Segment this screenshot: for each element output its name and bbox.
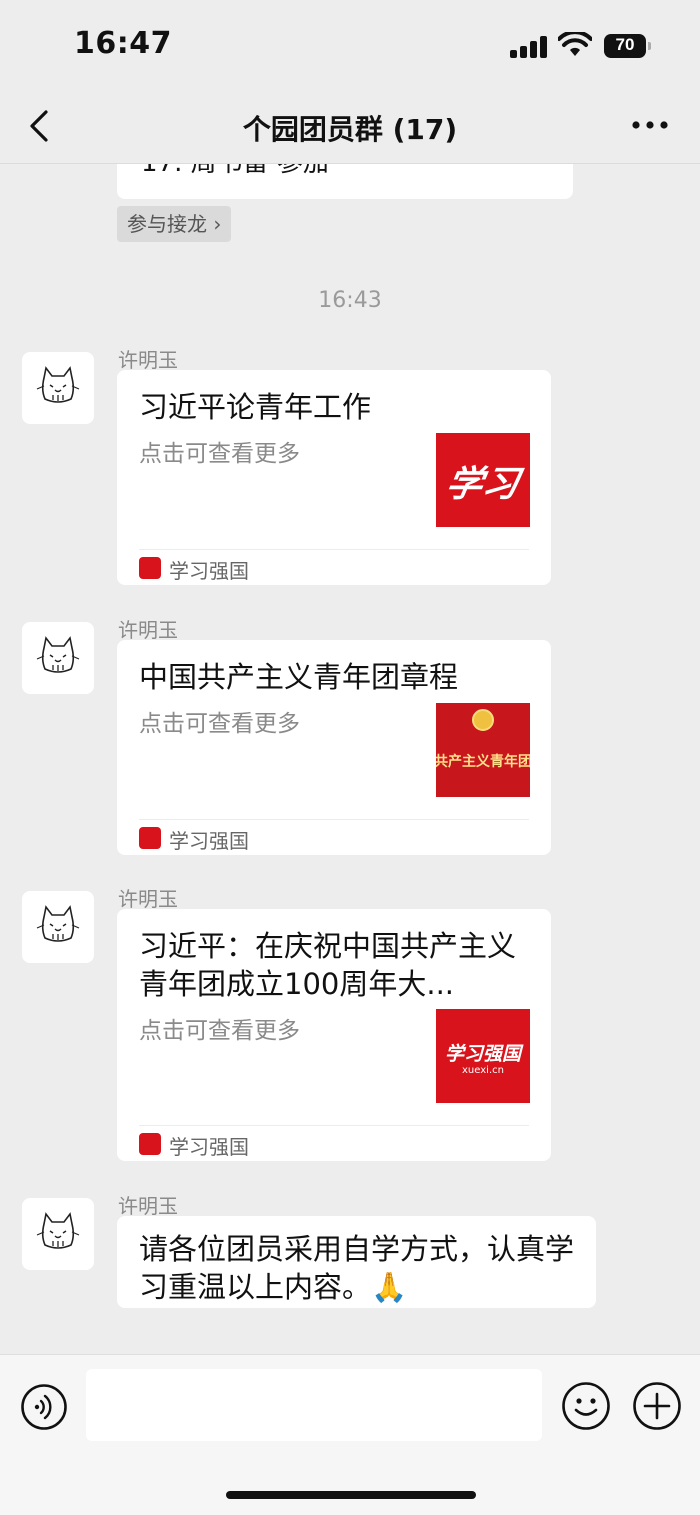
battery-percent: 70 (615, 35, 635, 54)
partial-message-bubble[interactable]: 17. 周书雷 参加 (117, 164, 573, 199)
message-list[interactable]: 17. 周书雷 参加 参与接龙 › 16:43 许明玉 习近平论青年工作 点击可… (0, 164, 700, 1354)
card-source-label: 学习强国 (169, 559, 249, 583)
message-timestamp: 16:43 (318, 288, 382, 313)
join-chain-button[interactable]: 参与接龙 › (117, 206, 232, 242)
card-thumbnail: 学习 (436, 433, 530, 527)
more-options-icon[interactable] (628, 110, 672, 140)
card-thumbnail: 共产主义青年团 (436, 703, 530, 797)
avatar[interactable] (22, 352, 94, 424)
thumbnail-banner-text: 共产主义青年团 (436, 754, 530, 770)
wifi-icon (558, 32, 592, 56)
plus-icon[interactable] (632, 1381, 682, 1431)
xuexi-logo-icon (139, 1133, 161, 1155)
thumbnail-logo-text: 学习 (442, 463, 523, 505)
avatar[interactable] (22, 622, 94, 694)
sender-name: 许明玉 (118, 1194, 178, 1218)
card-divider (139, 819, 529, 820)
cellular-signal-icon (510, 36, 548, 58)
cat-avatar-icon (36, 905, 80, 942)
text-message-bubble[interactable]: 请各位团员采用自学方式，认真学习重温以上内容。🙏 (117, 1216, 596, 1308)
link-card[interactable]: 习近平论青年工作 点击可查看更多 学习 学习强国 (117, 370, 551, 585)
card-title: 习近平：在庆祝中国共产主义青年团成立100周年大... (139, 929, 517, 1001)
card-divider (139, 1125, 529, 1126)
voice-input-icon[interactable] (20, 1383, 68, 1431)
card-title: 习近平论青年工作 (139, 390, 372, 424)
card-description: 点击可查看更多 (139, 1018, 300, 1044)
thumbnail-url-text: xuexi.cn (462, 1065, 504, 1076)
message-input[interactable] (86, 1369, 542, 1441)
home-indicator (226, 1491, 476, 1499)
thumbnail-logo-text: 学习强国 (444, 1043, 521, 1065)
chat-header: 个园团员群 (17) (0, 92, 700, 164)
sender-name: 许明玉 (118, 348, 178, 372)
card-divider (139, 549, 529, 550)
sender-name: 许明玉 (118, 887, 178, 911)
cat-avatar-icon (36, 366, 80, 403)
status-bar: 16:47 70 (0, 0, 700, 92)
sender-name: 许明玉 (118, 618, 178, 642)
card-thumbnail: 学习强国 xuexi.cn (436, 1009, 530, 1103)
card-source-label: 学习强国 (169, 829, 249, 853)
partial-message-text: 17. 周书雷 参加 (141, 164, 329, 179)
message-text: 请各位团员采用自学方式，认真学习重温以上内容。🙏 (139, 1232, 575, 1304)
battery-icon: 70 (604, 34, 651, 58)
cat-avatar-icon (36, 636, 80, 673)
link-card[interactable]: 习近平：在庆祝中国共产主义青年团成立100周年大... 点击可查看更多 学习强国… (117, 909, 551, 1161)
card-title: 中国共产主义青年团章程 (139, 660, 459, 694)
cat-avatar-icon (36, 1212, 80, 1249)
card-source-label: 学习强国 (169, 1135, 249, 1159)
card-description: 点击可查看更多 (139, 711, 300, 737)
emoji-icon[interactable] (561, 1381, 611, 1431)
xuexi-logo-icon (139, 827, 161, 849)
status-time: 16:47 (74, 26, 172, 61)
input-bar (0, 1354, 700, 1515)
avatar[interactable] (22, 891, 94, 963)
card-description: 点击可查看更多 (139, 441, 300, 467)
link-card[interactable]: 中国共产主义青年团章程 点击可查看更多 共产主义青年团 学习强国 (117, 640, 551, 855)
xuexi-logo-icon (139, 557, 161, 579)
emblem-icon (472, 709, 494, 731)
avatar[interactable] (22, 1198, 94, 1270)
chat-title: 个园团员群 (17) (242, 113, 458, 146)
